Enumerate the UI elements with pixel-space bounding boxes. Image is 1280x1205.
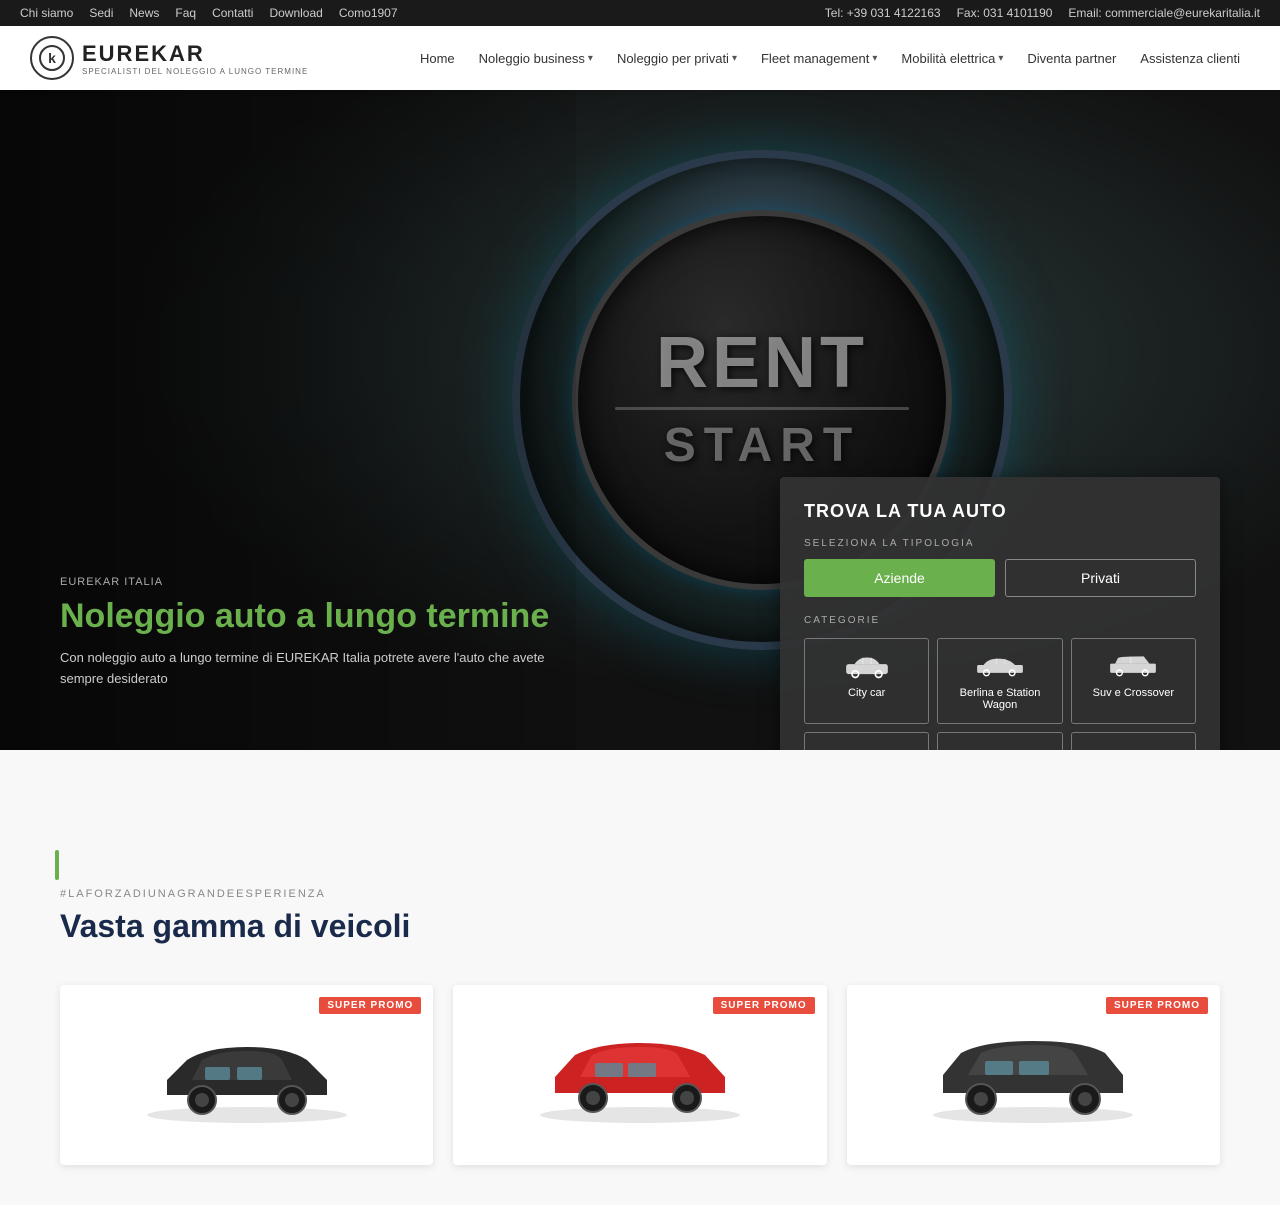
- super-promo-badge-3: SUPER PROMO: [1106, 997, 1208, 1014]
- aziende-button[interactable]: Aziende: [804, 559, 995, 597]
- logo-subtitle: SPECIALISTI DEL NOLEGGIO A LUNGO TERMINE: [82, 67, 308, 76]
- categorie-grid: City car Berlina e Station Wagon: [804, 638, 1196, 750]
- logo-text: EUREKAR SPECIALISTI DEL NOLEGGIO A LUNGO…: [82, 41, 308, 76]
- usato-icon: [1108, 745, 1158, 750]
- fleet-management-link[interactable]: Fleet management ▾: [751, 45, 887, 72]
- logo[interactable]: k EUREKAR SPECIALISTI DEL NOLEGGIO A LUN…: [30, 36, 308, 80]
- tipologia-buttons: Aziende Privati: [804, 559, 1196, 597]
- berlina-icon: [975, 651, 1025, 679]
- email: Email: commerciale@eurekaritalia.it: [1068, 6, 1260, 20]
- fleet-management-dropdown-icon: ▾: [872, 53, 877, 64]
- promo-car-3: [923, 1025, 1143, 1125]
- categoria-berlina[interactable]: Berlina e Station Wagon: [937, 638, 1062, 724]
- trova-title: TROVA LA TUA AUTO: [804, 501, 1196, 522]
- top-bar-contact: Tel: +39 031 4122163 Fax: 031 4101190 Em…: [825, 6, 1260, 20]
- fax: Fax: 031 4101190: [957, 6, 1053, 20]
- assistenza-clienti-link[interactable]: Assistenza clienti: [1130, 45, 1250, 72]
- vasta-title: Vasta gamma di veicoli: [60, 908, 1220, 945]
- svg-text:k: k: [48, 50, 56, 66]
- hero-section: RENT START EUREKAR ITALIA Noleggio auto …: [0, 90, 1280, 750]
- city-car-label: City car: [848, 687, 885, 699]
- berlina-label: Berlina e Station Wagon: [946, 687, 1053, 711]
- below-hero: #LAFORZADIUNAGRANDEESPERIENZA Vasta gamm…: [0, 750, 1280, 1205]
- main-nav: k EUREKAR SPECIALISTI DEL NOLEGGIO A LUN…: [0, 26, 1280, 90]
- suv-icon: [1108, 651, 1158, 679]
- sedi-link[interactable]: Sedi: [89, 6, 113, 20]
- categoria-moto[interactable]: Moto e Scooter: [937, 732, 1062, 750]
- phone: Tel: +39 031 4122163: [825, 6, 941, 20]
- super-promo-badge-2: SUPER PROMO: [713, 997, 815, 1014]
- mobilita-elettrica-link[interactable]: Mobilità elettrica ▾: [891, 45, 1013, 72]
- download-link[interactable]: Download: [269, 6, 322, 20]
- categoria-city-car[interactable]: City car: [804, 638, 929, 724]
- moto-icon: [975, 745, 1025, 750]
- promo-car-2: [530, 1025, 750, 1125]
- seleziona-tipologia-label: SELEZIONA LA TIPOLOGIA: [804, 538, 1196, 549]
- categorie-label: CATEGORIE: [804, 615, 1196, 626]
- promo-card-3[interactable]: SUPER PROMO: [847, 985, 1220, 1165]
- chi-siamo-link[interactable]: Chi siamo: [20, 6, 73, 20]
- promo-card-1[interactable]: SUPER PROMO: [60, 985, 433, 1165]
- rent-text: RENT: [656, 327, 868, 399]
- noleggio-business-dropdown-icon: ▾: [588, 53, 593, 64]
- city-car-icon: [842, 651, 892, 679]
- faq-link[interactable]: Faq: [175, 6, 196, 20]
- categoria-suv[interactable]: Suv e Crossover: [1071, 638, 1196, 724]
- privati-button[interactable]: Privati: [1005, 559, 1196, 597]
- como1907-link[interactable]: Como1907: [339, 6, 398, 20]
- diventa-partner-link[interactable]: Diventa partner: [1017, 45, 1126, 72]
- furgoni-icon: [842, 745, 892, 750]
- promo-car-1: [137, 1025, 357, 1125]
- promo-card-2[interactable]: SUPER PROMO: [453, 985, 826, 1165]
- rent-underline: [615, 407, 909, 410]
- mobilita-elettrica-dropdown-icon: ▾: [998, 53, 1003, 64]
- home-link[interactable]: Home: [410, 45, 465, 72]
- start-text: START: [664, 418, 860, 473]
- super-promo-badge-1: SUPER PROMO: [319, 997, 421, 1014]
- nav-links: Home Noleggio business ▾ Noleggio per pr…: [410, 45, 1250, 72]
- noleggio-privati-dropdown-icon: ▾: [732, 53, 737, 64]
- news-link[interactable]: News: [129, 6, 159, 20]
- suv-label: Suv e Crossover: [1093, 687, 1174, 699]
- hero-description: Con noleggio auto a lungo termine di EUR…: [60, 648, 560, 690]
- hero-title: Noleggio auto a lungo termine: [60, 596, 560, 637]
- promo-cards: SUPER PROMO SUPER PROMO: [0, 985, 1280, 1205]
- categoria-furgoni[interactable]: Furgoni: [804, 732, 929, 750]
- hero-content: EUREKAR ITALIA Noleggio auto a lungo ter…: [60, 576, 560, 690]
- vasta-section: #LAFORZADIUNAGRANDEESPERIENZA Vasta gamm…: [0, 888, 1280, 985]
- top-bar: Chi siamo Sedi News Faq Contatti Downloa…: [0, 0, 1280, 26]
- categoria-usato[interactable]: Usato: [1071, 732, 1196, 750]
- hero-tag: EUREKAR ITALIA: [60, 576, 560, 588]
- contatti-link[interactable]: Contatti: [212, 6, 253, 20]
- noleggio-privati-link[interactable]: Noleggio per privati ▾: [607, 45, 747, 72]
- trova-widget: TROVA LA TUA AUTO SELEZIONA LA TIPOLOGIA…: [780, 477, 1220, 750]
- noleggio-business-link[interactable]: Noleggio business ▾: [469, 45, 603, 72]
- logo-icon: k: [30, 36, 74, 80]
- logo-name: EUREKAR: [82, 41, 308, 67]
- side-indicator: [55, 850, 59, 880]
- top-bar-links: Chi siamo Sedi News Faq Contatti Downloa…: [20, 6, 398, 20]
- vasta-tag: #LAFORZADIUNAGRANDEESPERIENZA: [60, 888, 1220, 900]
